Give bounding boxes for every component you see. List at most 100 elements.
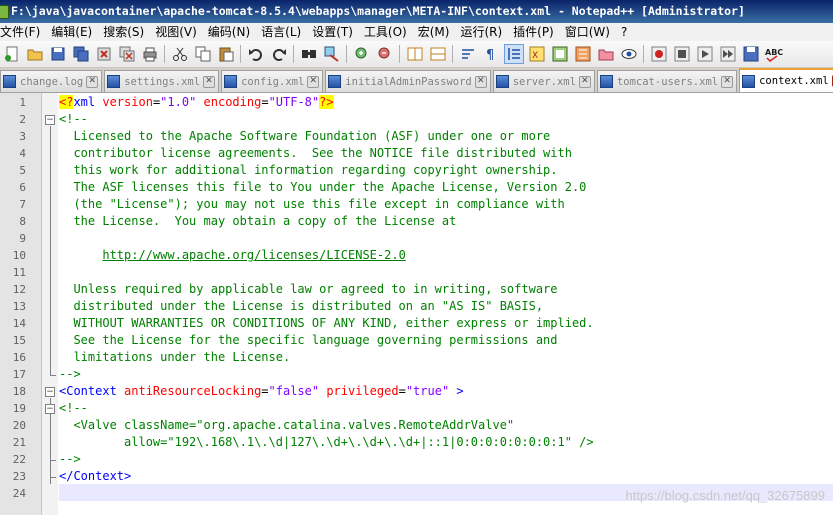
menu-file[interactable]: 文件(F) bbox=[0, 23, 45, 41]
close-tab-icon[interactable]: ✕ bbox=[474, 75, 487, 88]
fold-guide bbox=[50, 126, 51, 375]
toolbar-separator bbox=[293, 45, 294, 63]
close-all-icon[interactable] bbox=[117, 44, 137, 64]
undo-icon[interactable] bbox=[246, 44, 266, 64]
code-line-13: distributed under the License is distrib… bbox=[59, 299, 544, 313]
toolbar-separator bbox=[164, 45, 165, 63]
replace-icon[interactable] bbox=[322, 44, 342, 64]
tab-change-log[interactable]: change.log ✕ bbox=[0, 70, 103, 92]
xml-attribute: privileged bbox=[319, 384, 399, 398]
save-all-icon[interactable] bbox=[71, 44, 91, 64]
code-line-4: contributor license agreements. See the … bbox=[59, 146, 572, 160]
play-macro-icon[interactable] bbox=[695, 44, 715, 64]
code-line-1: <?xml version="1.0" encoding="UTF-8"?> bbox=[59, 94, 334, 111]
code-line-10: http://www.apache.org/licenses/LICENSE-2… bbox=[59, 247, 405, 264]
print-icon[interactable] bbox=[140, 44, 160, 64]
sync-vertical-icon[interactable] bbox=[405, 44, 425, 64]
line-number: 12 bbox=[12, 283, 26, 296]
tab-context-xml[interactable]: context.xml ✕ bbox=[739, 68, 833, 92]
menu-encoding[interactable]: 编码(N) bbox=[208, 23, 255, 41]
folder-workspace-icon[interactable] bbox=[596, 44, 616, 64]
menu-edit[interactable]: 编辑(E) bbox=[51, 23, 97, 41]
tab-settings-xml[interactable]: settings.xml ✕ bbox=[104, 70, 220, 92]
menu-tools[interactable]: 工具(O) bbox=[364, 23, 412, 41]
close-file-icon[interactable] bbox=[94, 44, 114, 64]
open-file-icon[interactable] bbox=[25, 44, 45, 64]
show-all-chars-icon[interactable]: ¶ bbox=[481, 44, 501, 64]
equals-sign: = bbox=[398, 384, 406, 398]
run-macro-multiple-icon[interactable] bbox=[718, 44, 738, 64]
stop-macro-icon[interactable] bbox=[672, 44, 692, 64]
xml-attribute-value: "1.0" bbox=[160, 95, 197, 109]
code-line-5: this work for additional information reg… bbox=[59, 163, 558, 177]
xml-declaration-name: xml bbox=[73, 95, 103, 109]
toolbar-separator bbox=[643, 45, 644, 63]
line-number: 17 bbox=[12, 368, 26, 381]
menu-plugins[interactable]: 插件(P) bbox=[513, 23, 559, 41]
new-file-icon[interactable] bbox=[2, 44, 22, 64]
toolbar-separator bbox=[399, 45, 400, 63]
menu-view[interactable]: 视图(V) bbox=[155, 23, 202, 41]
line-number: 4 bbox=[19, 147, 26, 160]
doc-map-icon[interactable] bbox=[550, 44, 570, 64]
license-url-link[interactable]: http://www.apache.org/licenses/LICENSE-2… bbox=[102, 248, 405, 262]
fold-toggle-icon[interactable]: − bbox=[45, 387, 55, 397]
xml-declaration-close: ?> bbox=[319, 95, 334, 109]
close-tab-icon[interactable]: ✕ bbox=[203, 75, 216, 88]
spell-check-icon[interactable]: ABC bbox=[764, 44, 784, 64]
code-line-3: Licensed to the Apache Software Foundati… bbox=[59, 129, 551, 143]
menu-settings[interactable]: 设置(T) bbox=[312, 23, 358, 41]
cut-icon[interactable] bbox=[170, 44, 190, 64]
equals-sign: = bbox=[261, 95, 269, 109]
close-tab-icon[interactable]: ✕ bbox=[86, 75, 99, 88]
xml-declaration-open: <? bbox=[59, 95, 74, 109]
tab-tomcat-users-xml[interactable]: tomcat-users.xml ✕ bbox=[596, 70, 738, 92]
save-macro-icon[interactable] bbox=[741, 44, 761, 64]
monitoring-icon[interactable] bbox=[619, 44, 639, 64]
xml-attribute-value: "true" bbox=[405, 384, 450, 398]
code-line-2: <!-- bbox=[59, 112, 88, 126]
fold-toggle-icon[interactable]: − bbox=[45, 115, 55, 125]
menu-macro[interactable]: 宏(M) bbox=[418, 23, 455, 41]
watermark-text: https://blog.csdn.net/qq_32675899 bbox=[625, 488, 826, 503]
menu-help[interactable]: ? bbox=[621, 23, 632, 41]
word-wrap-icon[interactable] bbox=[458, 44, 478, 64]
find-icon[interactable] bbox=[299, 44, 319, 64]
menu-language[interactable]: 语言(L) bbox=[261, 23, 306, 41]
code-line-15: See the License for the specific languag… bbox=[59, 333, 558, 347]
copy-icon[interactable] bbox=[193, 44, 213, 64]
code-line-22: --> bbox=[59, 452, 81, 466]
redo-icon[interactable] bbox=[269, 44, 289, 64]
indent-guide-icon[interactable] bbox=[503, 44, 524, 64]
paste-icon[interactable] bbox=[216, 44, 236, 64]
menu-run[interactable]: 运行(R) bbox=[460, 23, 507, 41]
menu-search[interactable]: 搜索(S) bbox=[103, 23, 149, 41]
zoom-out-icon[interactable] bbox=[375, 44, 395, 64]
fold-guide bbox=[50, 460, 56, 461]
menu-window[interactable]: 窗口(W) bbox=[565, 23, 615, 41]
code-line-19: <!-- bbox=[59, 401, 88, 415]
editor-area[interactable]: 1 2 3 4 5 6 7 8 9 10 11 12 13 14 15 16 1… bbox=[0, 93, 833, 515]
tab-label: server.xml bbox=[512, 75, 576, 88]
code-line-18: <Context antiResourceLocking="false" pri… bbox=[59, 383, 464, 400]
line-number: 23 bbox=[12, 470, 26, 483]
tab-label: tomcat-users.xml bbox=[616, 75, 719, 88]
language-xml-icon[interactable]: X bbox=[527, 44, 547, 64]
window-title: F:\java\javacontainer\apache-tomcat-8.5.… bbox=[11, 4, 745, 18]
window-title-bar[interactable]: F:\java\javacontainer\apache-tomcat-8.5.… bbox=[0, 0, 833, 23]
record-macro-icon[interactable] bbox=[649, 44, 669, 64]
sync-horizontal-icon[interactable] bbox=[428, 44, 448, 64]
tab-config-xml[interactable]: config.xml ✕ bbox=[221, 70, 324, 92]
line-number: 3 bbox=[19, 130, 26, 143]
close-tab-icon[interactable]: ✕ bbox=[721, 75, 734, 88]
tab-label: context.xml bbox=[759, 75, 829, 87]
function-list-icon[interactable] bbox=[573, 44, 593, 64]
zoom-in-icon[interactable] bbox=[352, 44, 372, 64]
fold-toggle-icon[interactable]: − bbox=[45, 404, 55, 414]
close-tab-icon[interactable]: ✕ bbox=[578, 75, 591, 88]
xml-attribute-value: "UTF-8" bbox=[268, 95, 320, 109]
tab-server-xml[interactable]: server.xml ✕ bbox=[492, 70, 595, 92]
tab-initial-admin-password[interactable]: initialAdminPassword ✕ bbox=[325, 70, 491, 92]
save-icon[interactable] bbox=[48, 44, 68, 64]
close-tab-icon[interactable]: ✕ bbox=[307, 75, 320, 88]
